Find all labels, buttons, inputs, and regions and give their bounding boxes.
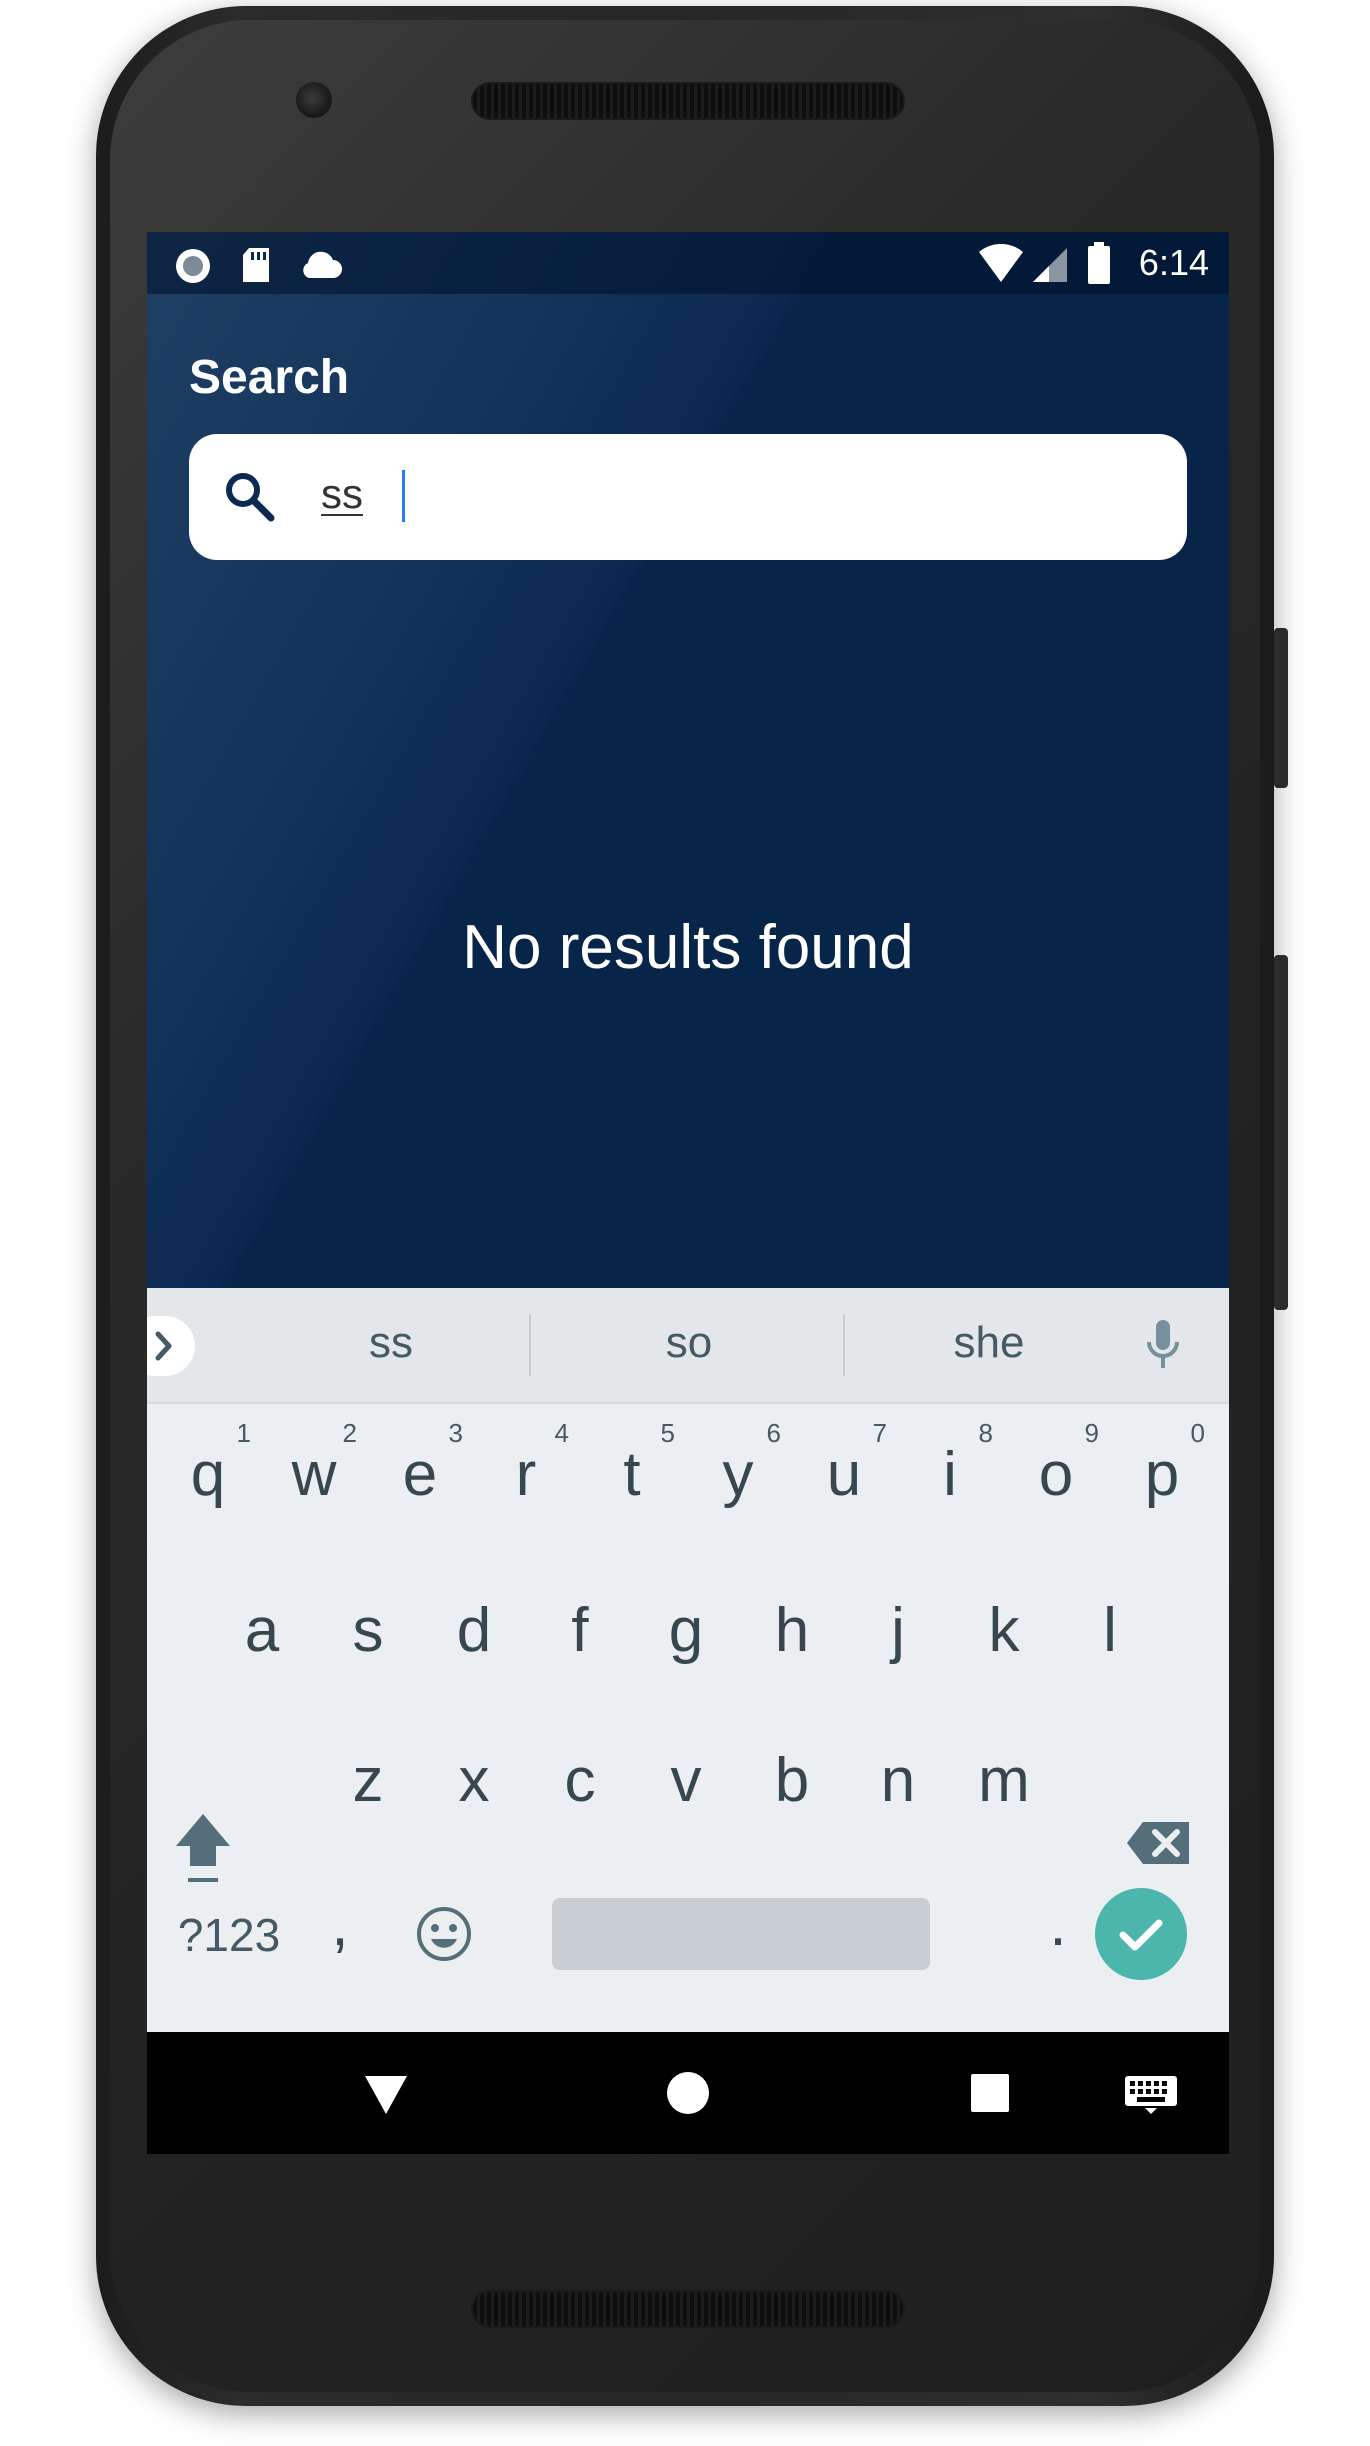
chevron-right-icon xyxy=(155,1331,172,1361)
key-j[interactable]: j xyxy=(845,1566,951,1696)
navigation-bar xyxy=(147,2032,1229,2154)
done-key[interactable] xyxy=(1095,1888,1187,1980)
key-p[interactable]: p0 xyxy=(1109,1410,1215,1540)
key-q[interactable]: q1 xyxy=(155,1410,261,1540)
expand-suggestions-button[interactable] xyxy=(147,1316,195,1376)
suggestion-1[interactable]: ss xyxy=(271,1318,511,1368)
key-c[interactable]: c xyxy=(527,1716,633,1846)
key-h[interactable]: h xyxy=(739,1566,845,1696)
key-number-hint: 8 xyxy=(978,1418,993,1448)
key-e[interactable]: e3 xyxy=(367,1410,473,1540)
screen: 6:14 Search ss No results found ss so sh… xyxy=(147,232,1229,2154)
status-bar: 6:14 xyxy=(147,232,1229,294)
bottom-speaker xyxy=(471,2290,905,2328)
key-a[interactable]: a xyxy=(209,1566,315,1696)
key-w[interactable]: w2 xyxy=(261,1410,367,1540)
backspace-icon xyxy=(1127,1822,1189,1864)
key-f[interactable]: f xyxy=(527,1566,633,1696)
signal-icon xyxy=(1033,248,1067,282)
key-v[interactable]: v xyxy=(633,1716,739,1846)
top-speaker xyxy=(471,82,905,120)
empty-state-message: No results found xyxy=(462,913,914,982)
home-icon[interactable] xyxy=(665,2070,711,2116)
key-number-hint: 3 xyxy=(448,1418,463,1448)
key-b[interactable]: b xyxy=(739,1716,845,1846)
wifi-icon xyxy=(979,244,1023,282)
emoji-icon xyxy=(417,1907,471,1961)
cloud-icon xyxy=(303,251,342,278)
key-letter: p xyxy=(1144,1440,1180,1509)
suggestion-3[interactable]: she xyxy=(869,1318,1109,1368)
status-time: 6:14 xyxy=(1138,242,1209,283)
key-o[interactable]: o9 xyxy=(1003,1410,1109,1540)
key-letter: y xyxy=(722,1440,754,1509)
search-query[interactable]: ss xyxy=(321,470,363,518)
key-number-hint: 9 xyxy=(1084,1418,1099,1448)
search-icon[interactable] xyxy=(223,470,277,524)
suggestion-divider xyxy=(529,1314,531,1376)
page-title: Search xyxy=(189,351,350,404)
key-t[interactable]: t5 xyxy=(579,1410,685,1540)
recents-icon[interactable] xyxy=(969,2072,1011,2114)
key-number-hint: 6 xyxy=(766,1418,781,1448)
key-n[interactable]: n xyxy=(845,1716,951,1846)
key-letter: o xyxy=(1038,1440,1074,1509)
key-i[interactable]: i8 xyxy=(897,1410,1003,1540)
comma-key[interactable]: , xyxy=(287,1860,393,1990)
volume-button xyxy=(1274,955,1288,1310)
key-number-hint: 5 xyxy=(660,1418,675,1448)
key-letter: u xyxy=(826,1440,862,1509)
check-icon xyxy=(1119,1919,1163,1951)
search-input[interactable]: ss xyxy=(189,434,1187,560)
key-letter: q xyxy=(190,1440,226,1509)
key-letter: w xyxy=(291,1440,337,1509)
emoji-key[interactable] xyxy=(391,1870,497,2000)
key-number-hint: 1 xyxy=(236,1418,251,1448)
battery-icon xyxy=(1088,242,1110,284)
symbols-key[interactable]: ?123 xyxy=(167,1870,291,2000)
record-icon xyxy=(176,249,210,283)
key-x[interactable]: x xyxy=(421,1716,527,1846)
sd-card-icon xyxy=(243,248,269,282)
key-r[interactable]: r4 xyxy=(473,1410,579,1540)
key-letter: t xyxy=(623,1440,641,1509)
microphone-icon[interactable] xyxy=(1143,1316,1183,1376)
key-m[interactable]: m xyxy=(951,1716,1057,1846)
key-number-hint: 7 xyxy=(872,1418,887,1448)
space-key[interactable] xyxy=(552,1898,930,1970)
power-button xyxy=(1274,628,1288,788)
key-k[interactable]: k xyxy=(951,1566,1057,1696)
suggestion-strip: ss so she xyxy=(147,1288,1229,1404)
key-u[interactable]: u7 xyxy=(791,1410,897,1540)
keyboard-switch-icon[interactable] xyxy=(1123,2074,1179,2114)
key-z[interactable]: z xyxy=(315,1716,421,1846)
key-letter: i xyxy=(943,1440,957,1509)
soft-keyboard: ss so she ?123 , . q 1 w 2 e 3 r 4 t 5 y… xyxy=(147,1288,1229,2032)
key-number-hint: 2 xyxy=(342,1418,357,1448)
key-l[interactable]: l xyxy=(1057,1566,1163,1696)
search-screen: 6:14 Search ss No results found xyxy=(147,232,1229,1288)
back-icon[interactable] xyxy=(363,2072,409,2116)
front-camera xyxy=(296,82,332,118)
suggestion-2[interactable]: so xyxy=(569,1318,809,1368)
key-number-hint: 4 xyxy=(554,1418,569,1448)
key-s[interactable]: s xyxy=(315,1566,421,1696)
suggestion-divider xyxy=(843,1314,845,1376)
text-cursor xyxy=(402,470,405,522)
key-y[interactable]: y6 xyxy=(685,1410,791,1540)
key-d[interactable]: d xyxy=(421,1566,527,1696)
key-letter: e xyxy=(402,1440,438,1509)
key-g[interactable]: g xyxy=(633,1566,739,1696)
key-number-hint: 0 xyxy=(1190,1418,1205,1448)
key-letter: r xyxy=(515,1440,537,1509)
